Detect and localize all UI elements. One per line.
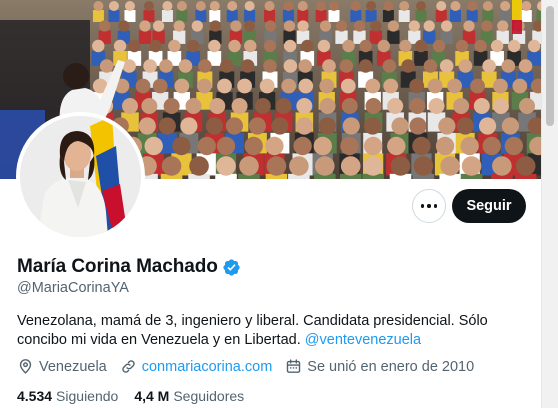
profile-handle: @MariaCorinaYA — [17, 280, 129, 296]
following-label: Siguiendo — [56, 388, 119, 404]
verified-badge-icon[interactable] — [222, 258, 241, 277]
website-link[interactable]: conmariacorina.com — [142, 359, 273, 375]
more-dots-icon — [420, 204, 438, 208]
profile-name: María Corina Machado — [17, 256, 218, 277]
profile-bio: Venezolana, mamá de 3, ingeniero y liber… — [17, 312, 537, 350]
followers-count: 4,4 M — [134, 388, 170, 404]
following-count: 4.534 — [17, 388, 53, 404]
avatar-portrait-image — [20, 116, 141, 237]
joined-text: Se unió en enero de 2010 — [307, 358, 475, 375]
bio-mention-link[interactable]: @ventevenezuela — [305, 332, 421, 348]
location-text: Venezuela — [39, 358, 107, 375]
page-scrollbar[interactable] — [541, 0, 558, 408]
follow-button[interactable]: Seguir — [452, 189, 526, 223]
calendar-icon — [287, 359, 301, 373]
link-icon — [122, 360, 135, 373]
followers-label: Seguidores — [173, 388, 245, 404]
scrollbar-thumb[interactable] — [546, 6, 554, 126]
profile-name-row: María Corina Machado — [17, 256, 241, 278]
more-options-button[interactable] — [412, 189, 446, 223]
profile-stats: 4.534 Siguiendo 4,4 M Seguidores — [17, 388, 244, 404]
location-pin-icon — [19, 359, 32, 374]
profile-avatar[interactable] — [16, 112, 145, 241]
website-item[interactable]: conmariacorina.com — [120, 358, 273, 375]
location-item: Venezuela — [17, 358, 107, 375]
profile-meta: Venezuela conmariacorina.com Se unió en … — [17, 358, 487, 375]
following-stat[interactable]: 4.534 Siguiendo — [17, 388, 118, 404]
followers-stat[interactable]: 4,4 M Seguidores — [134, 388, 244, 404]
joined-item: Se unió en enero de 2010 — [285, 358, 474, 375]
